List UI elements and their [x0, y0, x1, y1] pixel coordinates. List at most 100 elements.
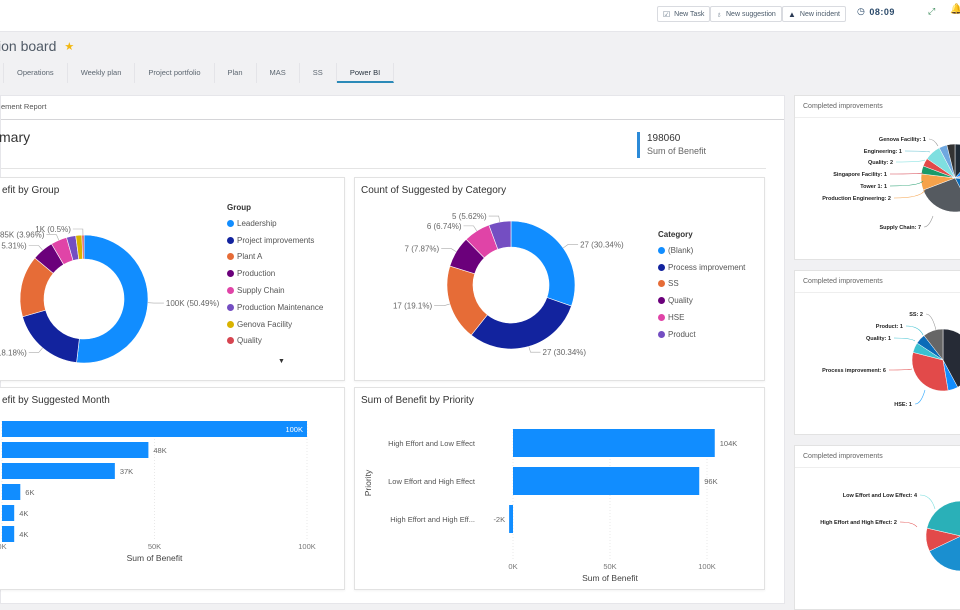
- legend-category: Category (Blank) Process improvement SS Qua…: [658, 230, 745, 343]
- tab-ss[interactable]: SS: [300, 63, 337, 83]
- page-title: ion board ★: [0, 38, 74, 54]
- expand-icon[interactable]: ⤢: [928, 6, 935, 17]
- legend-item[interactable]: Production: [227, 265, 323, 282]
- lightbulb-icon: ♁: [716, 10, 722, 19]
- new-task-button[interactable]: ☑ New Task: [657, 6, 710, 22]
- y-category-label: High Effort and Low Effect: [388, 439, 476, 448]
- x-axis-title: Sum of Benefit: [127, 553, 183, 563]
- legend-item[interactable]: (Blank): [658, 242, 745, 259]
- pie-label: High Effort and High Effect: 2: [820, 520, 897, 526]
- bar-data-label: 48K: [153, 446, 166, 455]
- x-tick-label: 50K: [603, 562, 616, 571]
- legend-label: Project improvements: [237, 236, 314, 245]
- legend-item[interactable]: SS: [658, 276, 745, 293]
- leader-line: [489, 216, 500, 222]
- kpi-label: Sum of Benefit: [647, 145, 706, 158]
- pie-label: Genova Facility: 1: [879, 137, 926, 143]
- legend-label: Leadership: [237, 219, 277, 228]
- tab-project-portfolio[interactable]: Project portfolio: [135, 63, 214, 83]
- legend-item[interactable]: HSE: [658, 309, 745, 326]
- divider: [1, 168, 766, 169]
- legend-label: Process improvement: [668, 263, 745, 272]
- bar-data-label: 96K: [704, 477, 717, 486]
- leader-line: [924, 216, 933, 227]
- bar: [2, 421, 307, 437]
- leader-line: [890, 173, 923, 174]
- clock: ◷ 08:09: [857, 6, 895, 17]
- data-label: 27 (30.34%): [543, 348, 587, 357]
- legend-scroll-down-icon[interactable]: ▼: [278, 358, 285, 365]
- benefit-by-month-card: efit by Suggested Month 0K50K100KSum of …: [0, 387, 345, 590]
- legend-item[interactable]: Product: [658, 326, 745, 343]
- leader-line: [915, 390, 925, 404]
- legend-dot-icon: [227, 220, 234, 227]
- legend-dot-icon: [658, 331, 665, 338]
- x-tick-label: 0K: [508, 562, 517, 571]
- bar-chart-month: 0K50K100KSum of Benefit100K48K37K6K4K4K: [0, 388, 346, 591]
- tab-power-bi[interactable]: Power BI: [337, 63, 394, 83]
- x-tick-label: 0K: [0, 542, 7, 551]
- leader-line: [906, 326, 923, 335]
- legend-dot-icon: [658, 247, 665, 254]
- legend-item[interactable]: Production Maintenance: [227, 299, 323, 316]
- legend-label: Product: [668, 330, 696, 339]
- y-axis-title: Priority: [363, 469, 373, 496]
- count-by-category-card: Count of Suggested by Category 27 (30.34…: [354, 177, 765, 381]
- pie-label: Engineering: 1: [864, 149, 902, 155]
- x-tick-label: 100K: [298, 542, 316, 551]
- tab-weekly-plan[interactable]: Weekly plan: [68, 63, 136, 83]
- leader-line: [896, 160, 925, 162]
- bar-data-label: 4K: [19, 530, 28, 539]
- leader-line: [563, 244, 578, 247]
- legend-label: SS: [668, 279, 679, 288]
- bar-data-label: 6K: [25, 488, 34, 497]
- pie-label: SS: 2: [909, 312, 923, 318]
- legend-item[interactable]: Process improvement: [658, 259, 745, 276]
- benefit-by-priority-card: Sum of Benefit by Priority 0K50K100KSum …: [354, 387, 765, 590]
- data-label: 6 (6.74%): [427, 222, 462, 231]
- legend-item[interactable]: Genova Facility: [227, 316, 323, 333]
- legend-item[interactable]: Quality: [658, 292, 745, 309]
- favorite-star-icon[interactable]: ★: [64, 40, 74, 53]
- kpi-value: 198060: [647, 132, 706, 145]
- bar-data-label: 104K: [720, 439, 738, 448]
- legend-label: Supply Chain: [237, 286, 285, 295]
- legend-dot-icon: [227, 237, 234, 244]
- data-label: 100K (50.49%): [166, 299, 220, 308]
- tab-plan[interactable]: Plan: [215, 63, 257, 83]
- bell-icon[interactable]: 🔔: [950, 4, 960, 15]
- legend-item[interactable]: Plant A: [227, 249, 323, 266]
- tab-operations[interactable]: Operations: [4, 63, 68, 83]
- legend-item[interactable]: Leadership: [227, 215, 323, 232]
- x-axis-title: Sum of Benefit: [582, 573, 638, 583]
- legend-dot-icon: [658, 314, 665, 321]
- legend-item[interactable]: Project improvements: [227, 232, 323, 249]
- tab-bar: Operations Weekly plan Project portfolio…: [0, 63, 394, 83]
- bar: [509, 505, 513, 533]
- report-header: ement Report: [1, 96, 784, 120]
- pie-label: Quality: 1: [866, 336, 891, 342]
- legend-item[interactable]: Quality: [227, 333, 323, 350]
- legend-item[interactable]: Supply Chain: [227, 282, 323, 299]
- bar: [2, 442, 148, 458]
- panel-title: Completed improvements: [795, 446, 960, 468]
- legend-title: Category: [658, 230, 745, 239]
- pie-label: Low Effort and Low Effect: 4: [843, 493, 918, 499]
- leader-line: [905, 151, 930, 152]
- legend-dot-icon: [658, 280, 665, 287]
- data-label: 17 (19.1%): [393, 302, 432, 311]
- power-bi-report: ement Report mary 198060 Sum of Benefit …: [0, 95, 785, 604]
- new-incident-button[interactable]: ▲ New incident: [782, 6, 846, 22]
- bar-chart-priority: 0K50K100KSum of Benefit104KHigh Effort a…: [355, 388, 766, 591]
- bar: [2, 484, 20, 500]
- pie-label: Tower 1: 1: [860, 184, 887, 190]
- leader-line: [890, 181, 923, 186]
- y-category-label: High Effort and High Eff...: [390, 515, 475, 524]
- bar: [513, 467, 699, 495]
- leader-line: [441, 249, 456, 252]
- leader-line: [889, 369, 912, 370]
- legend-label: Production Maintenance: [237, 303, 323, 312]
- tab-mas[interactable]: MAS: [257, 63, 300, 83]
- new-suggestion-button[interactable]: ♁ New suggestion: [710, 6, 782, 22]
- panel-title: Completed improvements: [795, 271, 960, 293]
